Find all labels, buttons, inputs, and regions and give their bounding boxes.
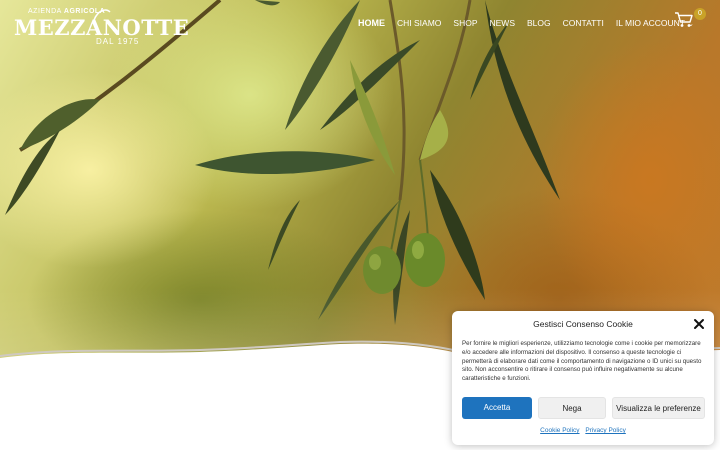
- hero-overlay: [0, 0, 720, 360]
- cart-button[interactable]: 0: [672, 8, 706, 30]
- cart-icon: [675, 12, 693, 27]
- logo-tagline-light: AZIENDA: [28, 8, 62, 15]
- preferences-button[interactable]: Visualizza le preferenze: [612, 397, 705, 419]
- cookie-policy-link[interactable]: Cookie Policy: [540, 427, 579, 434]
- cart-count-badge: 0: [694, 8, 706, 20]
- nav-item-shop[interactable]: SHOP: [453, 18, 477, 28]
- nav-item-contatti[interactable]: CONTATTI: [563, 18, 604, 28]
- accept-button[interactable]: Accetta: [462, 397, 532, 419]
- moon-icon: [93, 9, 111, 21]
- cookie-dialog-body: Per fornire le migliori esperienze, util…: [462, 340, 702, 383]
- cookie-dialog-title: Gestisci Consenso Cookie: [533, 319, 633, 329]
- nav-item-news[interactable]: NEWS: [490, 18, 516, 28]
- privacy-policy-link[interactable]: Privacy Policy: [585, 427, 625, 434]
- deny-button[interactable]: Nega: [538, 397, 606, 419]
- hero-image: [0, 0, 720, 360]
- logo-since: DAL 1975: [96, 37, 140, 46]
- nav-item-blog[interactable]: BLOG: [527, 18, 551, 28]
- cookie-dialog-links: Cookie Policy Privacy Policy: [452, 427, 714, 434]
- main-nav: HOME CHI SIAMO SHOP NEWS BLOG CONTATTI I…: [358, 16, 706, 30]
- cookie-consent-dialog: Gestisci Consenso Cookie Per fornire le …: [452, 311, 714, 445]
- nav-item-chi-siamo[interactable]: CHI SIAMO: [397, 18, 441, 28]
- site-logo[interactable]: AZIENDA AGRICOLA MEZZANOTTE DAL 1975: [14, 6, 189, 46]
- close-icon[interactable]: [692, 317, 706, 331]
- nav-item-home[interactable]: HOME: [358, 18, 385, 28]
